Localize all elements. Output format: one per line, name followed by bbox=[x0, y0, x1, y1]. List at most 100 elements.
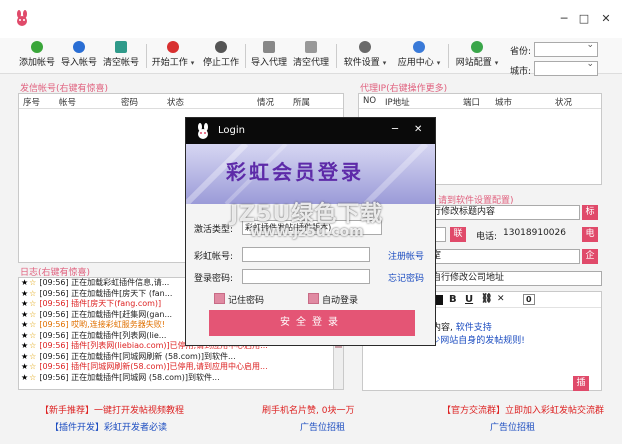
footer-newbie-link[interactable]: 【新手推荐】一键打开发帖视频教程 bbox=[40, 403, 184, 416]
title-bar: ─ □ ✕ bbox=[0, 0, 622, 38]
stop-work-button[interactable]: 停止工作 bbox=[200, 40, 242, 72]
maximize-button[interactable]: □ bbox=[572, 8, 596, 30]
document-icon bbox=[263, 41, 275, 53]
rabbit-logo-icon bbox=[198, 123, 208, 139]
login-button[interactable]: 安全登录 bbox=[209, 310, 415, 336]
close-button[interactable]: ✕ bbox=[594, 8, 618, 30]
accounts-col-password: 密码 bbox=[121, 98, 139, 108]
footer-ad-link[interactable]: 刷手机名片赞, 0块一万 bbox=[262, 403, 354, 416]
company-field[interactable]: 室 bbox=[428, 249, 580, 264]
chevron-down-icon: ▾ bbox=[382, 59, 387, 67]
header-divider bbox=[19, 108, 343, 109]
title-tag-button[interactable]: 标 bbox=[582, 205, 598, 220]
chevron-down-icon: ▾ bbox=[190, 59, 195, 67]
login-title: Login bbox=[218, 125, 245, 136]
phone-field[interactable]: 13018910026 bbox=[500, 227, 580, 242]
start-work-button[interactable]: 开始工作 ▾ bbox=[150, 40, 196, 72]
grid-icon bbox=[413, 41, 425, 53]
register-link[interactable]: 注册帐号 bbox=[388, 249, 424, 262]
star-icon: ★ bbox=[21, 309, 29, 319]
phone-tag-button[interactable]: 电 bbox=[582, 227, 598, 242]
log-line: ★☆ [09:56] 正在加载插件[同城网刷新 (58.com)]到软件... bbox=[19, 352, 343, 363]
log-text: [09:56] 插件[同城网刷新(58.com)]已停用,请到应用中心启用... bbox=[39, 362, 268, 371]
account-label: 彩虹帐号: bbox=[194, 252, 234, 262]
star-icon: ★ bbox=[21, 330, 29, 340]
login-title-bar: Login ─ ✕ bbox=[186, 118, 435, 144]
footer-ad-slot-2[interactable]: 广告位招租 bbox=[490, 420, 535, 433]
import-account-button[interactable]: 导入帐号 bbox=[58, 40, 100, 72]
footer-ad-slot-1[interactable]: 广告位招租 bbox=[300, 420, 345, 433]
app-center-button[interactable]: 应用中心 ▾ bbox=[394, 40, 444, 72]
footer-plugin-dev-link[interactable]: 【插件开发】彩虹开发者必读 bbox=[50, 420, 167, 433]
log-line: ★☆ [09:56] 插件[同城网刷新(58.com)]已停用,请到应用中心启用.… bbox=[19, 362, 343, 373]
log-line: ★☆ [09:56] 正在加载插件[同城网 (58.com)]到软件... bbox=[19, 373, 343, 384]
gear-icon bbox=[359, 41, 371, 53]
underline-button[interactable]: U bbox=[465, 294, 473, 305]
star-outline-icon: ☆ bbox=[29, 299, 37, 308]
company-tag-button[interactable]: 企 bbox=[582, 249, 598, 264]
proxy-col-city: 城市 bbox=[495, 98, 513, 108]
auto-login-label: 自动登录 bbox=[322, 296, 359, 306]
remember-password-label: 记住密码 bbox=[228, 296, 265, 306]
accounts-col-situation: 情况 bbox=[257, 98, 275, 108]
insert-tag-button[interactable]: 插 bbox=[573, 376, 589, 391]
import-proxy-button[interactable]: 导入代理 bbox=[248, 40, 290, 72]
accounts-col-no: 序号 bbox=[23, 98, 41, 108]
toolbar: 添加帐号 导入帐号 清空帐号 开始工作 ▾ 停止工作 导入代理 清空代理 软件设… bbox=[0, 38, 622, 77]
star-outline-icon: ☆ bbox=[29, 351, 37, 361]
site-config-button[interactable]: 网站配置 ▾ bbox=[452, 40, 502, 72]
auto-login-checkbox[interactable] bbox=[308, 293, 319, 304]
remove-format-icon[interactable]: ✕ bbox=[497, 294, 505, 304]
toolbar-separator bbox=[448, 44, 449, 68]
star-outline-icon: ☆ bbox=[29, 278, 37, 287]
proxy-col-state: 状况 bbox=[555, 98, 573, 108]
clear-proxy-button[interactable]: 清空代理 bbox=[290, 40, 332, 72]
software-settings-button[interactable]: 软件设置 ▾ bbox=[340, 40, 390, 72]
phone-label: 电话: bbox=[476, 232, 498, 242]
chevron-down-icon: ▾ bbox=[436, 59, 441, 67]
link-icon[interactable]: ⛓ bbox=[481, 294, 492, 304]
star-outline-icon: ☆ bbox=[29, 372, 37, 382]
password-input[interactable] bbox=[242, 269, 370, 284]
log-text: [09:56] 正在加载插件[同城网刷新 (58.com)]到软件... bbox=[39, 351, 236, 361]
header-divider bbox=[359, 108, 601, 109]
log-text: [09:56] 哎哟,连接彩虹服务器失败! bbox=[39, 320, 165, 329]
address-field[interactable]: 自行修改公司地址 bbox=[428, 271, 602, 286]
accounts-col-account: 帐号 bbox=[59, 98, 77, 108]
add-icon bbox=[31, 41, 43, 53]
star-outline-icon: ☆ bbox=[29, 320, 37, 329]
toolbar-separator bbox=[146, 44, 147, 68]
remember-password-checkbox[interactable] bbox=[214, 293, 225, 304]
city-label: 城市: bbox=[510, 67, 532, 77]
login-minimize-button[interactable]: ─ bbox=[392, 124, 398, 135]
star-icon: ★ bbox=[21, 299, 29, 308]
star-outline-icon: ☆ bbox=[29, 309, 37, 319]
source-code-button[interactable]: 0 bbox=[523, 294, 535, 305]
forgot-password-link[interactable]: 忘记密码 bbox=[388, 271, 424, 284]
chevron-down-icon: ▾ bbox=[494, 59, 499, 67]
footer-group-link[interactable]: 【官方交流群】立即加入彩虹发帖交流群 bbox=[442, 403, 604, 416]
proxy-col-no: NO bbox=[363, 96, 377, 106]
clear-account-button[interactable]: 清空帐号 bbox=[100, 40, 142, 72]
star-icon: ★ bbox=[21, 362, 29, 371]
star-outline-icon: ☆ bbox=[29, 362, 37, 371]
contact-tag-button[interactable]: 联 bbox=[450, 227, 466, 242]
activation-label: 激活类型: bbox=[194, 225, 234, 235]
log-text: [09:56] 插件[房天下(fang.com)] bbox=[39, 299, 162, 308]
title-field[interactable]: 行修改标题内容 bbox=[428, 205, 580, 220]
accounts-col-status: 状态 bbox=[167, 98, 185, 108]
log-text: [09:56] 正在加载插件[赶集网(gan... bbox=[39, 309, 173, 319]
add-account-button[interactable]: 添加帐号 bbox=[16, 40, 58, 72]
log-text: [09:56] 正在加载插件[房天下 (fan... bbox=[39, 288, 173, 298]
city-select[interactable] bbox=[534, 59, 598, 76]
login-close-button[interactable]: ✕ bbox=[414, 124, 422, 135]
star-icon: ★ bbox=[21, 351, 29, 361]
star-icon: ★ bbox=[21, 341, 29, 350]
account-input[interactable] bbox=[242, 247, 370, 262]
login-banner: 彩虹会员登录 bbox=[186, 144, 435, 204]
log-text: [09:56] 正在加载彩虹插件信息,请... bbox=[39, 278, 170, 287]
rabbit-logo-icon bbox=[17, 10, 27, 26]
trash-icon bbox=[305, 41, 317, 53]
bold-button[interactable]: B bbox=[449, 294, 457, 305]
province-select[interactable] bbox=[534, 40, 598, 57]
